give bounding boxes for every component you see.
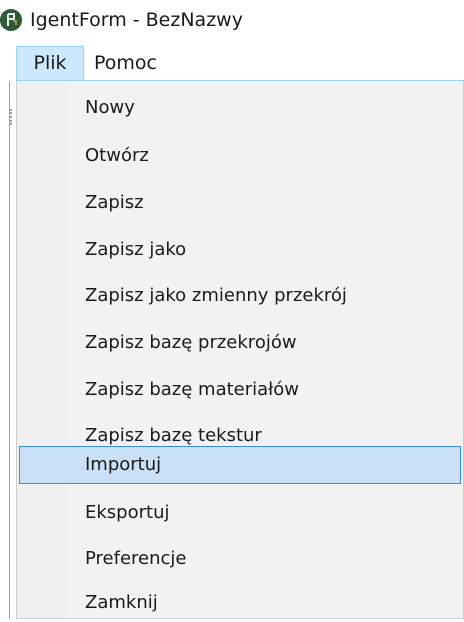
menu-item-preferencje[interactable]: Preferencje [19, 540, 461, 578]
menu-item-otworz[interactable]: Otwórz [19, 137, 461, 175]
menu-plik[interactable]: Plik [16, 46, 84, 80]
menu-item-zapisz[interactable]: Zapisz [19, 184, 461, 222]
app-logo-icon[interactable] [0, 9, 22, 31]
menu-item-zamknij[interactable]: Zamknij [19, 584, 461, 622]
menu-item-eksportuj[interactable]: Eksportuj [19, 494, 461, 532]
menu-item-nowy[interactable]: Nowy [19, 89, 461, 127]
menu-pomoc[interactable]: Pomoc [94, 46, 184, 80]
background-window-edge [9, 81, 16, 619]
menu-bar: Plik Pomoc [0, 46, 464, 80]
menu-item-zapisz-jako-zmienny-przekroj[interactable]: Zapisz jako zmienny przekrój [19, 277, 461, 315]
menu-item-zapisz-baze-przekrojow[interactable]: Zapisz bazę przekrojów [19, 324, 461, 362]
menu-item-importuj[interactable]: Importuj [19, 446, 461, 484]
file-menu-dropdown: Nowy Otwórz Zapisz Zapisz jako Zapisz ja… [16, 80, 464, 619]
menu-item-zapisz-baze-materialow[interactable]: Zapisz bazę materiałów [19, 371, 461, 409]
title-bar: IgentForm - BezNazwy [0, 0, 464, 40]
menu-item-zapisz-jako[interactable]: Zapisz jako [19, 231, 461, 269]
window-title: IgentForm - BezNazwy [30, 9, 243, 31]
